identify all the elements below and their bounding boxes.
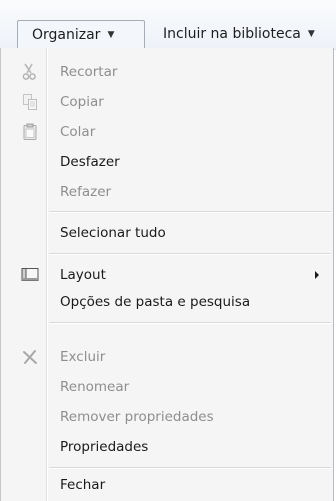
menu-item-undo[interactable]: Desfazer bbox=[1, 150, 333, 174]
menu-item-layout[interactable]: Layout bbox=[1, 263, 333, 287]
organize-menu: Recortar Copiar Colar Desfazer Refazer S… bbox=[0, 48, 334, 501]
toolbar: Organizar ▼ Incluir na biblioteca ▼ bbox=[0, 0, 336, 50]
organize-button[interactable]: Organizar ▼ bbox=[17, 20, 145, 48]
menu-item-label: Layout bbox=[60, 267, 106, 283]
menu-item-label: Fechar bbox=[60, 477, 106, 493]
menu-item-label: Propriedades bbox=[60, 439, 149, 455]
clipboard-icon bbox=[21, 123, 39, 141]
submenu-arrow-icon bbox=[315, 271, 319, 279]
menu-item-copy[interactable]: Copiar bbox=[1, 90, 333, 114]
layout-icon bbox=[21, 266, 39, 284]
menu-item-folder-options[interactable]: Opções de pasta e pesquisa bbox=[1, 290, 333, 314]
menu-item-select-all[interactable]: Selecionar tudo bbox=[1, 221, 333, 245]
menu-separator bbox=[49, 211, 331, 213]
menu-separator bbox=[49, 467, 331, 469]
menu-item-label: Recortar bbox=[60, 64, 118, 80]
menu-item-label: Selecionar tudo bbox=[60, 225, 166, 241]
delete-x-icon bbox=[21, 348, 39, 366]
include-in-library-button[interactable]: Incluir na biblioteca ▼ bbox=[163, 20, 336, 48]
menu-item-label: Renomear bbox=[60, 379, 130, 395]
menu-item-label: Refazer bbox=[60, 184, 112, 200]
menu-separator bbox=[49, 322, 331, 324]
menu-item-label: Colar bbox=[60, 124, 96, 140]
menu-item-label: Desfazer bbox=[60, 154, 120, 170]
menu-item-label: Copiar bbox=[60, 94, 104, 110]
chevron-down-icon: ▼ bbox=[307, 29, 315, 39]
menu-item-close[interactable]: Fechar bbox=[1, 473, 333, 497]
menu-item-delete[interactable]: Excluir bbox=[1, 345, 333, 369]
menu-separator bbox=[49, 253, 331, 255]
menu-item-redo[interactable]: Refazer bbox=[1, 180, 333, 204]
chevron-down-icon: ▼ bbox=[107, 29, 115, 40]
menu-item-label: Remover propriedades bbox=[60, 409, 214, 425]
menu-item-properties[interactable]: Propriedades bbox=[1, 435, 333, 459]
scissors-icon bbox=[21, 63, 39, 81]
menu-item-rename[interactable]: Renomear bbox=[1, 375, 333, 399]
menu-item-label: Excluir bbox=[60, 349, 106, 365]
menu-item-label: Opções de pasta e pesquisa bbox=[60, 294, 251, 310]
menu-item-paste[interactable]: Colar bbox=[1, 120, 333, 144]
organize-label: Organizar bbox=[32, 26, 101, 43]
include-in-library-label: Incluir na biblioteca bbox=[163, 26, 301, 42]
copy-icon bbox=[21, 93, 39, 111]
menu-item-remove-properties[interactable]: Remover propriedades bbox=[1, 405, 333, 429]
menu-item-cut[interactable]: Recortar bbox=[1, 60, 333, 84]
